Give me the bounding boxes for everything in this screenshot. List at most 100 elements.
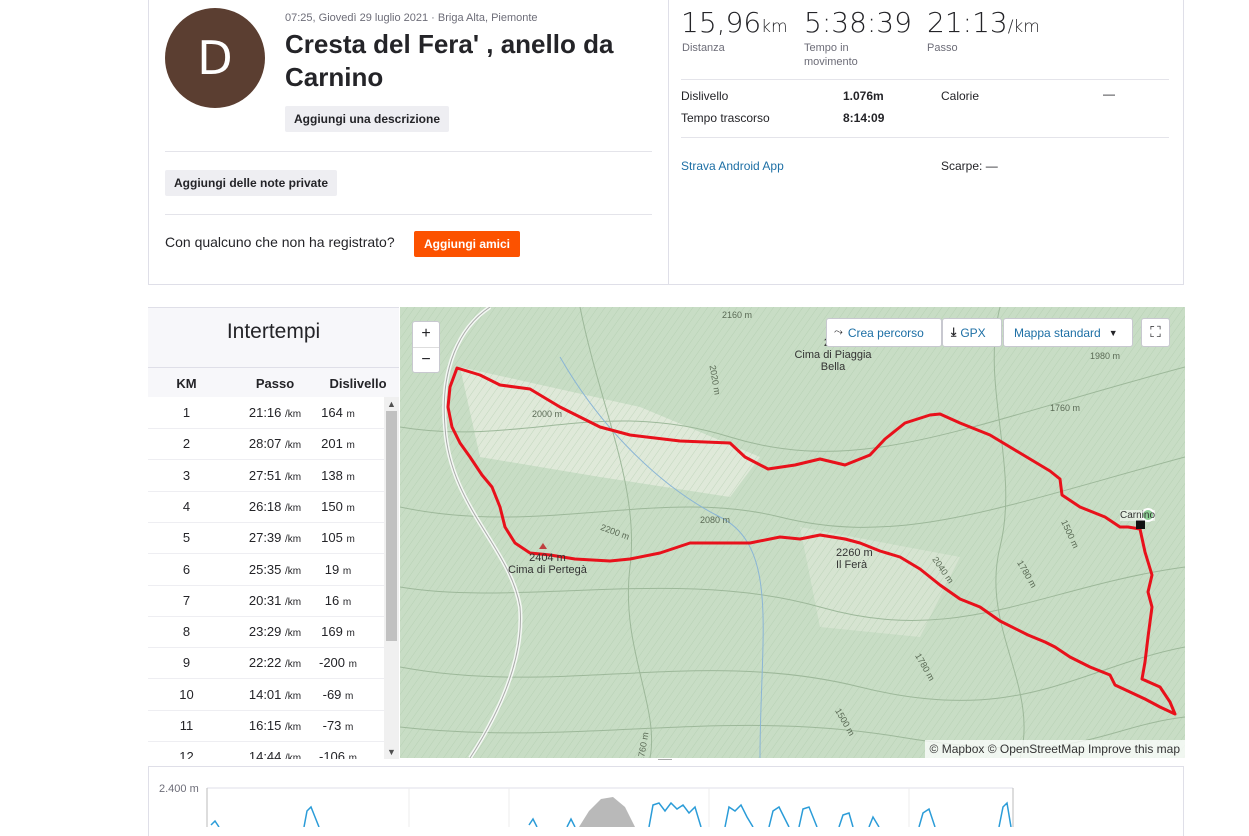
zoom-in-button[interactable]: + bbox=[413, 322, 439, 348]
create-route-button[interactable]: ⤳ Crea percorso bbox=[826, 318, 942, 347]
table-row[interactable]: 8 23:29 /km 169 m bbox=[148, 616, 384, 649]
elev-unit: m bbox=[346, 471, 355, 483]
pace-value: 25:35 bbox=[248, 561, 282, 577]
fullscreen-icon[interactable]: ⛶ bbox=[1141, 318, 1170, 347]
shoes: Scarpe: — bbox=[941, 159, 998, 173]
split-km: 9 bbox=[182, 655, 191, 671]
elev-value: -69 bbox=[322, 686, 342, 702]
elev-value: -200 bbox=[319, 655, 346, 671]
peak-elevation: 2404 m bbox=[529, 552, 566, 564]
contour-label: 2000 m bbox=[532, 409, 563, 419]
elev-unit: m bbox=[348, 659, 357, 671]
contour-label: 2080 m bbox=[700, 515, 731, 525]
map-style-dropdown[interactable]: Mappa standard ▼ bbox=[1003, 318, 1133, 347]
scroll-up-icon[interactable]: ▲ bbox=[387, 399, 396, 409]
distance-value: 15,96km bbox=[681, 6, 788, 39]
avatar[interactable]: D bbox=[165, 8, 265, 108]
moving-time-value: 5:38:39 bbox=[804, 6, 912, 39]
table-row[interactable]: 7 20:31 /km 16 m bbox=[148, 585, 384, 617]
header-km: KM bbox=[176, 376, 197, 391]
finish-marker-icon[interactable] bbox=[1136, 520, 1145, 529]
activity-card: D 07:25, Giovedì 29 luglio 2021 · Briga … bbox=[148, 0, 1184, 285]
split-km: 12 bbox=[179, 749, 194, 759]
split-km: 8 bbox=[182, 624, 191, 640]
split-elevation: 164 m bbox=[298, 405, 378, 420]
create-route-label: Crea percorso bbox=[847, 325, 924, 340]
scroll-thumb[interactable] bbox=[386, 411, 397, 641]
table-row[interactable]: 4 26:18 /km 150 m bbox=[148, 491, 384, 523]
distance-label: Distanza bbox=[682, 42, 725, 54]
splits-scrollbar[interactable]: ▲ ▼ bbox=[384, 397, 399, 759]
gpx-label: GPX bbox=[960, 325, 986, 340]
split-elevation: 16 m bbox=[298, 593, 378, 608]
pace-value: 28:07 bbox=[248, 436, 282, 452]
elev-unit: m bbox=[346, 628, 355, 640]
divider bbox=[681, 137, 1169, 138]
chevron-down-icon: ▼ bbox=[1108, 327, 1118, 338]
elev-value: 150 bbox=[321, 498, 343, 514]
table-row[interactable]: 10 14:01 /km -69 m bbox=[148, 679, 384, 711]
activity-title[interactable]: Cresta del Fera' , anello da Carnino bbox=[285, 28, 635, 94]
add-description-button[interactable]: Aggiungi una descrizione bbox=[285, 106, 450, 132]
device-link[interactable]: Strava Android App bbox=[681, 159, 784, 173]
route-map[interactable]: 2404 m Cima di Pertegà 2260 m Il Ferà 21… bbox=[400, 307, 1185, 758]
peak-name: Il Ferà bbox=[836, 559, 868, 571]
friends-prompt: Con qualcuno che non ha registrato? bbox=[165, 234, 395, 250]
peak-name: Cima di Pertegà bbox=[508, 564, 587, 576]
splits-title: Intertempi bbox=[226, 320, 321, 343]
split-km: 3 bbox=[182, 467, 191, 483]
split-km: 6 bbox=[182, 561, 191, 577]
elev-value: -73 bbox=[322, 718, 342, 733]
elev-unit: m bbox=[342, 565, 352, 577]
elev-value: 169 bbox=[321, 624, 343, 640]
shoes-value: — bbox=[985, 159, 998, 173]
town-label: Carnino bbox=[1120, 510, 1156, 521]
pace-value: 14:44 bbox=[248, 749, 282, 759]
split-elevation: -106 m bbox=[298, 749, 378, 759]
elev-unit: m bbox=[346, 409, 355, 420]
map-attribution[interactable]: © Mapbox © OpenStreetMap Improve this ma… bbox=[924, 740, 1185, 758]
split-km: 10 bbox=[179, 686, 194, 702]
elevation-label: Dislivello bbox=[681, 89, 729, 103]
table-row[interactable]: 6 25:35 /km 19 m bbox=[148, 554, 384, 586]
calories-value: — bbox=[1103, 87, 1115, 101]
peak-label-pertega: 2404 m Cima di Pertegà bbox=[508, 552, 587, 576]
pace-value: 27:51 bbox=[248, 467, 282, 483]
split-km: 5 bbox=[182, 530, 191, 546]
elev-value: -106 bbox=[319, 749, 346, 759]
elev-unit: m bbox=[346, 502, 355, 514]
splits-header: KM Passo Dislivello bbox=[148, 367, 399, 399]
divider bbox=[165, 214, 652, 215]
table-row[interactable]: 3 27:51 /km 138 m bbox=[148, 460, 384, 492]
pace-number: 21:13 bbox=[927, 6, 1008, 39]
split-elevation: 169 m bbox=[298, 624, 378, 639]
elevation-chart[interactable]: 2.400 m bbox=[148, 766, 1184, 836]
scroll-down-icon[interactable]: ▼ bbox=[387, 747, 396, 757]
table-row[interactable]: 5 27:39 /km 105 m bbox=[148, 522, 384, 555]
add-friends-button[interactable]: Aggiungi amici bbox=[414, 231, 521, 257]
table-row[interactable]: 1 21:16 /km 164 m bbox=[148, 397, 384, 429]
elevation-svg bbox=[206, 787, 1014, 827]
gpx-download-button[interactable]: ⤓ GPX bbox=[942, 318, 1002, 347]
split-km: 4 bbox=[182, 498, 191, 514]
distance-unit: km bbox=[761, 17, 788, 37]
elev-value: 201 bbox=[321, 436, 343, 452]
shoes-label: Scarpe: bbox=[941, 159, 983, 173]
table-row[interactable]: 2 28:07 /km 201 m bbox=[148, 428, 384, 461]
table-row[interactable]: 9 22:22 /km -200 m bbox=[148, 647, 384, 680]
table-row[interactable]: 11 16:15 /km -73 m bbox=[148, 710, 384, 742]
divider bbox=[165, 151, 652, 152]
elev-value: 164 bbox=[321, 405, 343, 420]
add-private-notes-button[interactable]: Aggiungi delle note private bbox=[165, 170, 338, 196]
map-style-label: Mappa standard bbox=[1014, 325, 1101, 340]
pace-label: Passo bbox=[927, 42, 958, 54]
pace-value: 26:18 bbox=[248, 498, 282, 514]
zoom-control: + − bbox=[412, 321, 440, 373]
elapsed-label: Tempo trascorso bbox=[681, 111, 770, 125]
activity-meta: 07:25, Giovedì 29 luglio 2021 · Briga Al… bbox=[285, 12, 538, 24]
download-icon: ⤓ bbox=[951, 325, 957, 339]
splits-table[interactable]: 1 21:16 /km 164 m 2 28:07 /km 201 m 3 27:51 /km… bbox=[148, 397, 384, 759]
split-km: 1 bbox=[182, 405, 191, 420]
table-row[interactable]: 12 14:44 /km -106 m bbox=[148, 741, 384, 759]
zoom-out-button[interactable]: − bbox=[413, 348, 439, 373]
